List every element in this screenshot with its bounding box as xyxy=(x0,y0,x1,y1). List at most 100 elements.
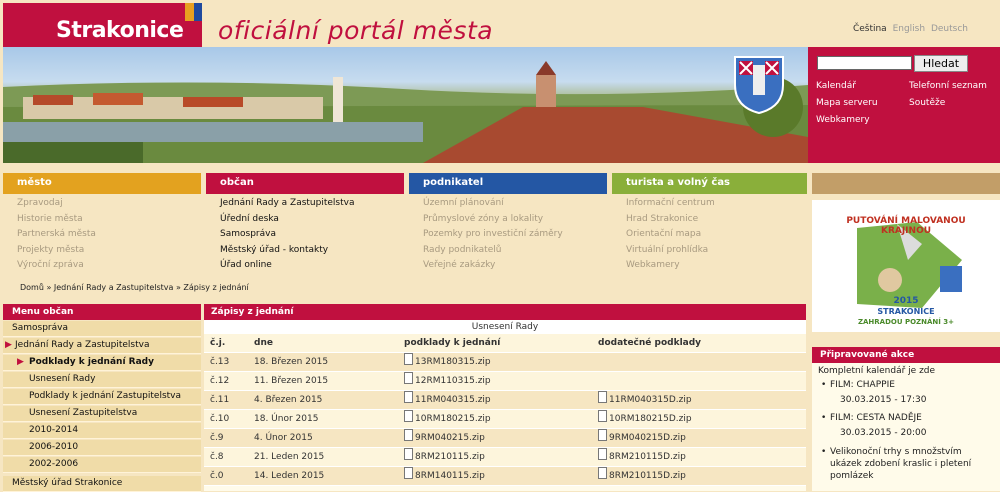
nav-obcan-item[interactable]: Jednání Rady a Zastupitelstva xyxy=(206,196,404,212)
promo-title: PUTOVÁNÍ MALOVANOU KRAJINOU xyxy=(846,216,966,236)
zip-link-extra[interactable]: 11RM040315D.zip xyxy=(598,391,692,410)
cell-cj: č.9 xyxy=(210,433,224,443)
nav-podnikatel-item[interactable]: Rady podnikatelů xyxy=(409,243,607,259)
nav-turista-item[interactable]: Hrad Strakonice xyxy=(612,212,807,228)
promo-banner[interactable]: PUTOVÁNÍ MALOVANOU KRAJINOU 2015 STRAKON… xyxy=(812,200,1000,332)
zip-link-extra[interactable]: 8RM210115D.zip xyxy=(598,448,686,467)
zip-link[interactable]: 8RM210115.zip xyxy=(404,448,485,467)
cell-cj: č.8 xyxy=(210,452,224,462)
sidebar-item-usneseni-rady[interactable]: Usnesení Rady xyxy=(3,372,201,388)
zip-link[interactable]: 11RM040315.zip xyxy=(404,391,491,410)
zip-link[interactable]: 13RM180315.zip xyxy=(404,353,491,372)
sidebar-item-2002-2006[interactable]: 2002-2006 xyxy=(3,457,201,473)
events-calendar-link[interactable]: Kompletní kalendář je zde xyxy=(818,366,935,376)
nav-turista-item[interactable]: Orientační mapa xyxy=(612,227,807,243)
portal-title: oficiální portál města xyxy=(218,16,494,45)
zip-link[interactable]: 10RM180215.zip xyxy=(404,410,491,429)
event-name-text: FILM: CESTA NADĚJE xyxy=(830,413,922,423)
cell-cj: č.10 xyxy=(210,414,230,424)
event-name[interactable]: • FILM: CESTA NADĚJE xyxy=(821,413,922,423)
promo-year: 2015 xyxy=(893,296,919,306)
event-date: 30.03.2015 - 20:00 xyxy=(840,428,927,438)
zip-link[interactable]: 8RM140115.zip xyxy=(404,467,485,486)
nav-obcan-item[interactable]: Samospráva xyxy=(206,227,404,243)
nav-mesto-item[interactable]: Projekty města xyxy=(3,243,201,259)
table-row: č.13 18. Březen 2015 13RM180315.zip xyxy=(204,353,806,372)
breadcrumb[interactable]: Domů » Jednání Rady a Zastupitelstva » Z… xyxy=(20,283,249,292)
promo-subtitle: ZAHRADOU POZNÁNÍ 3+ xyxy=(857,318,955,326)
nav-mesto-item[interactable]: Výroční zpráva xyxy=(3,258,201,274)
cell-dne: 4. Březen 2015 xyxy=(254,395,323,405)
sidebar-item-label: Podklady k jednání Rady xyxy=(29,357,154,367)
nav-obcan-list: Jednání Rady a Zastupitelstva Úřední des… xyxy=(206,194,404,270)
zip-link-extra[interactable]: 10RM180215D.zip xyxy=(598,410,692,429)
bullet-icon: • xyxy=(821,380,827,390)
lang-english[interactable]: English xyxy=(893,24,926,34)
sidebar-item-podklady-rady[interactable]: ▶ Podklady k jednání Rady xyxy=(3,355,201,371)
sidebar-item-2006-2010[interactable]: 2006-2010 xyxy=(3,440,201,456)
cell-dne: 4. Únor 2015 xyxy=(254,433,313,443)
nav-podnikatel-item[interactable]: Územní plánování xyxy=(409,196,607,212)
zip-link-extra[interactable]: 8RM210115D.zip xyxy=(598,467,686,486)
quick-links-panel: Hledat Kalendář Telefonní seznam Mapa se… xyxy=(808,47,1000,163)
nav-podnikatel-item[interactable]: Průmyslové zóny a lokality xyxy=(409,212,607,228)
city-logo-text[interactable]: Strakonice xyxy=(56,18,184,43)
nav-turista-item[interactable]: Virtuální prohlídka xyxy=(612,243,807,259)
zip-link[interactable]: 12RM110315.zip xyxy=(404,372,491,391)
nav-obcan-item[interactable]: Městský úřad - kontakty xyxy=(206,243,404,259)
cell-dne: 11. Březen 2015 xyxy=(254,376,329,386)
event-name[interactable]: • FILM: CHAPPIE xyxy=(821,380,895,390)
quick-link-souteze[interactable]: Soutěže xyxy=(909,98,945,108)
nav-podnikatel-item[interactable]: Pozemky pro investiční záměry xyxy=(409,227,607,243)
col-header-podklady: podklady k jednání xyxy=(404,338,501,348)
nav-mesto-header[interactable]: město xyxy=(3,173,201,194)
quick-link-webkamery[interactable]: Webkamery xyxy=(816,115,870,125)
sidebar-item-jednani[interactable]: ▶ Jednání Rady a Zastupitelstva xyxy=(3,338,201,354)
nav-obcan-item[interactable]: Úřad online xyxy=(206,258,404,274)
sidebar-item-samosprava[interactable]: Samospráva xyxy=(3,321,201,337)
nav-mesto-item[interactable]: Historie města xyxy=(3,212,201,228)
bullet-icon: • xyxy=(821,447,827,457)
table-row: č.12 11. Březen 2015 12RM110315.zip xyxy=(204,372,806,391)
coat-of-arms-icon xyxy=(734,56,784,115)
nav-mesto-item[interactable]: Zpravodaj xyxy=(3,196,201,212)
col-header-cj: č.j. xyxy=(210,338,226,348)
arrow-right-icon: ▶ xyxy=(17,357,24,367)
cell-cj: č.11 xyxy=(210,395,230,405)
sidebar-item-podklady-zastupitelstva[interactable]: Podklady k jednání Zastupitelstva xyxy=(3,389,201,405)
table-subtitle: Usnesení Rady xyxy=(204,320,806,334)
col-header-dne: dne xyxy=(254,338,273,348)
nav-mesto-list: Zpravodaj Historie města Partnerská měst… xyxy=(3,194,201,270)
nav-podnikatel-header[interactable]: podnikatel xyxy=(409,173,607,194)
quick-link-kalendar[interactable]: Kalendář xyxy=(816,81,856,91)
nav-turista-item[interactable]: Webkamery xyxy=(612,258,807,274)
nav-turista-header[interactable]: turista a volný čas xyxy=(612,173,807,194)
nav-obcan-item[interactable]: Úřední deska xyxy=(206,212,404,228)
lang-cestina[interactable]: Čeština xyxy=(853,24,887,34)
quick-link-mapa-serveru[interactable]: Mapa serveru xyxy=(816,98,878,108)
nav-turista-item[interactable]: Informační centrum xyxy=(612,196,807,212)
sidebar-title: Menu občan xyxy=(3,304,201,320)
nav-mesto-item[interactable]: Partnerská města xyxy=(3,227,201,243)
event-name[interactable]: • Velikonoční trhy s množstvím ukázek zdo… xyxy=(821,446,990,482)
sidebar-item-2010-2014[interactable]: 2010-2014 xyxy=(3,423,201,439)
zip-link-extra[interactable]: 9RM040215D.zip xyxy=(598,429,686,448)
sidebar-item-usneseni-zastupitelstva[interactable]: Usnesení Zastupitelstva xyxy=(3,406,201,422)
lang-deutsch[interactable]: Deutsch xyxy=(931,24,968,34)
nav-obcan-header[interactable]: občan xyxy=(206,173,404,194)
cell-dne: 14. Leden 2015 xyxy=(254,471,325,481)
search-input[interactable] xyxy=(817,56,912,70)
zip-link[interactable]: 9RM040215.zip xyxy=(404,429,485,448)
quick-link-telefonni-seznam[interactable]: Telefonní seznam xyxy=(909,81,987,91)
minutes-table: Usnesení Rady č.j. dne podklady k jednán… xyxy=(204,320,806,491)
event-name-text: Velikonoční trhy s množstvím ukázek zdob… xyxy=(830,447,972,481)
search-button[interactable]: Hledat xyxy=(914,55,968,72)
events-title: Připravované akce xyxy=(812,347,1000,363)
main-title: Zápisy z jednání xyxy=(204,304,806,320)
cell-dne: 18. Únor 2015 xyxy=(254,414,319,424)
nav-podnikatel-item[interactable]: Veřejné zakázky xyxy=(409,258,607,274)
logo-flag-orange xyxy=(185,3,194,21)
cell-cj: č.12 xyxy=(210,376,230,386)
sidebar-item-mestsky-urad[interactable]: Městský úřad Strakonice xyxy=(3,476,201,492)
nav-empty-header xyxy=(812,173,1000,194)
